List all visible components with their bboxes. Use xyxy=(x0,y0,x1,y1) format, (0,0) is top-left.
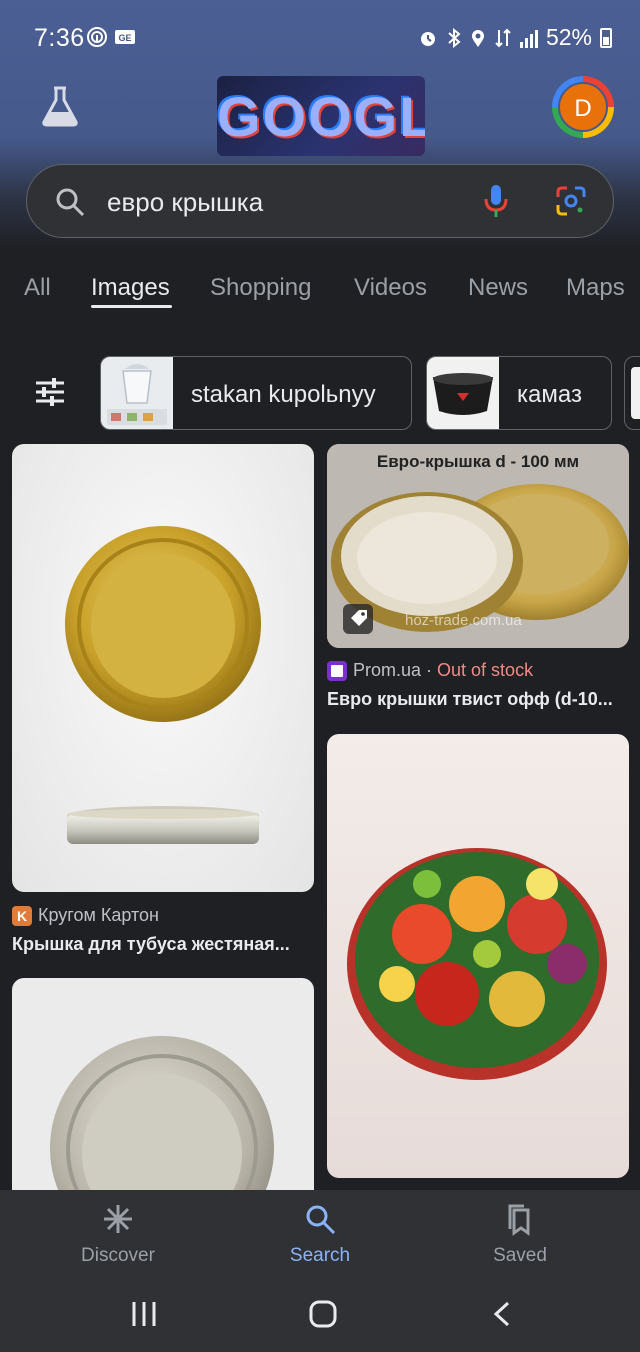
battery-icon xyxy=(600,27,612,48)
nav-label: Search xyxy=(289,1245,351,1266)
source-separator: · xyxy=(421,660,438,680)
nav-label: Saved xyxy=(493,1245,547,1266)
discover-asterisk-icon xyxy=(104,1205,132,1233)
chip-label: stakan kupolьnyy xyxy=(191,381,376,408)
status-bar: 7:36 GE 52% xyxy=(0,0,640,78)
google-lens-icon[interactable] xyxy=(555,185,587,217)
active-tab-indicator xyxy=(91,305,172,308)
saved-bookmark-icon xyxy=(508,1204,530,1236)
screen: 7:36 GE 52% GOOGLE D xyxy=(0,0,640,1352)
result-image-gold-lid xyxy=(65,526,261,844)
home-icon[interactable] xyxy=(308,1299,338,1329)
source-name: Кругом Картон xyxy=(38,905,159,925)
tab-shopping[interactable]: Shopping xyxy=(210,274,311,302)
signal-icon xyxy=(519,28,538,48)
nav-discover[interactable]: Discover xyxy=(58,1202,178,1267)
image-result[interactable] xyxy=(327,734,629,1178)
source-name: Prom.ua xyxy=(353,660,422,680)
tab-videos[interactable]: Videos xyxy=(354,274,427,302)
stock-status: Out of stock xyxy=(437,660,534,680)
search-bar[interactable]: евро крышка xyxy=(26,164,614,238)
location-icon xyxy=(471,29,484,47)
tab-bar: All Images Shopping Videos News Maps xyxy=(0,260,640,320)
chip-suggestion-partial[interactable] xyxy=(624,356,640,430)
alarm-icon xyxy=(420,31,435,46)
google-doodle[interactable]: GOOGLE xyxy=(217,76,425,156)
chip-suggestion[interactable]: stakan kupolьnyy xyxy=(100,356,412,430)
labs-flask-icon[interactable] xyxy=(38,84,82,128)
bluetooth-icon xyxy=(448,27,461,48)
tab-news[interactable]: News xyxy=(468,274,528,302)
tab-images[interactable]: Images xyxy=(91,274,170,302)
image-banner-text: Евро-крышка d - 100 мм xyxy=(376,452,580,471)
search-icon xyxy=(56,188,85,217)
data-transfer-icon xyxy=(495,28,511,47)
chip-thumbnail-partial xyxy=(631,367,640,419)
status-right: 52% xyxy=(418,24,612,51)
site-favicon xyxy=(327,660,347,681)
result-title[interactable]: Крышка для тубуса жестяная... xyxy=(12,934,314,955)
search-icon xyxy=(306,1205,336,1235)
recent-apps-icon[interactable] xyxy=(130,1300,158,1328)
nav-search[interactable]: Search xyxy=(260,1202,380,1267)
image-result[interactable]: Евро-крышка d - 100 мм hoz-trade.com.ua xyxy=(327,444,629,648)
svg-text:GE: GE xyxy=(118,33,131,43)
chip-suggestion[interactable]: камаз xyxy=(426,356,612,430)
site-favicon: K xyxy=(12,905,32,926)
result-source[interactable]: K Кругом Картон xyxy=(12,905,159,926)
nav-saved[interactable]: Saved xyxy=(460,1202,580,1267)
image-watermark: hoz-trade.com.ua xyxy=(405,612,522,629)
header: 7:36 GE 52% GOOGLE D xyxy=(0,0,640,250)
microphone-icon[interactable] xyxy=(483,183,509,219)
filter-tune-icon[interactable] xyxy=(34,376,66,408)
ge-badge-icon: GE xyxy=(115,30,135,44)
status-left-icons: GE xyxy=(86,26,136,48)
battery-percent: 52% xyxy=(545,24,592,50)
bottom-nav: Discover Search Saved xyxy=(0,1190,640,1280)
chip-thumbnail-cup xyxy=(101,357,173,429)
back-icon[interactable] xyxy=(490,1300,514,1328)
system-nav-bar xyxy=(0,1280,640,1352)
result-image-fruit-lid xyxy=(347,848,607,1080)
fingerprint-icon xyxy=(87,27,107,47)
status-time: 7:36 xyxy=(34,24,85,52)
image-result[interactable] xyxy=(12,444,314,892)
result-title[interactable]: Евро крышки твист офф (d-10... xyxy=(327,689,625,710)
tab-all[interactable]: All xyxy=(24,274,51,302)
nav-label: Discover xyxy=(81,1245,155,1266)
avatar[interactable]: D xyxy=(558,82,608,132)
search-input[interactable]: евро крышка xyxy=(107,187,263,218)
doodle-logo-text: GOOGLE xyxy=(217,85,425,148)
chip-thumbnail-cap xyxy=(427,357,499,429)
product-tag-icon xyxy=(343,604,373,634)
chip-label: камаз xyxy=(517,381,582,408)
tab-maps[interactable]: Maps xyxy=(566,274,625,302)
result-source[interactable]: Prom.ua · Out of stock xyxy=(327,660,533,681)
